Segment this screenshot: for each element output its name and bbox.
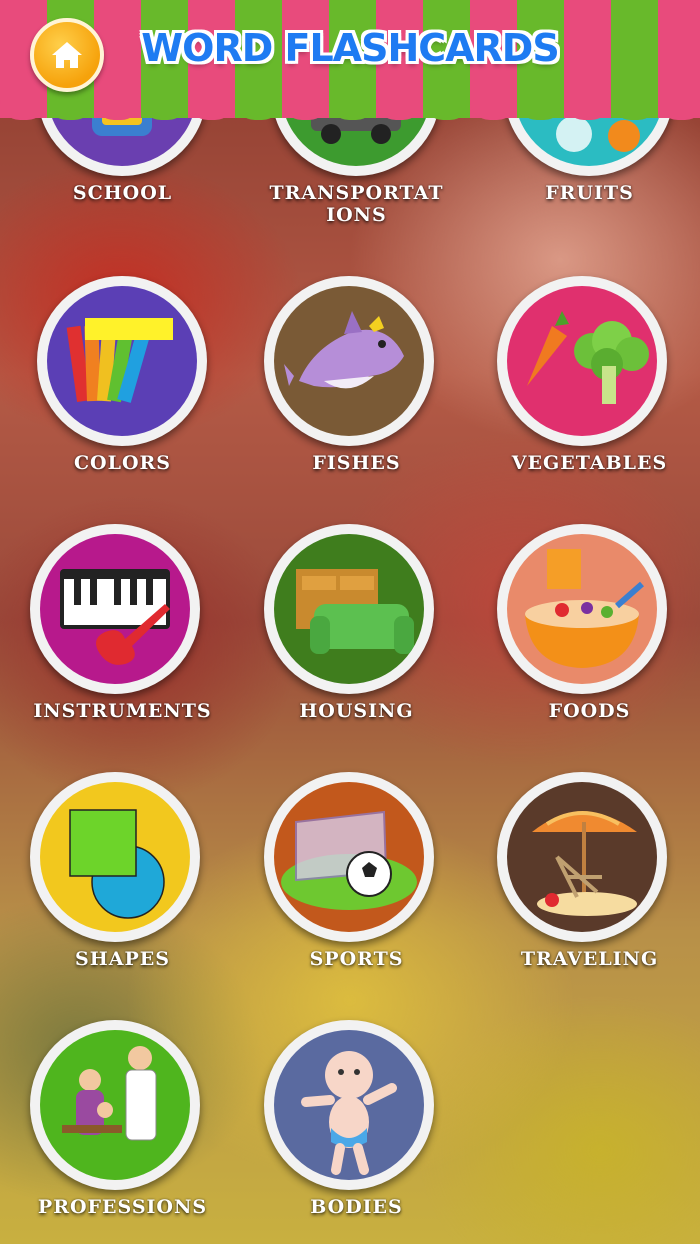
category-grid: SCHOOL TRANSPORTAT IONS FRUITS COLORS FI… xyxy=(0,0,700,1244)
furniture-icon xyxy=(296,569,414,654)
category-label: PROFESSIONS xyxy=(37,1196,208,1218)
category-label: SPORTS xyxy=(309,948,404,970)
category-label: FRUITS xyxy=(545,182,634,204)
banner-scallop xyxy=(0,100,700,120)
category-label: FOODS xyxy=(548,700,631,722)
category-label: TRAVELING xyxy=(520,948,659,970)
home-button[interactable] xyxy=(30,18,104,92)
category-label: SCHOOL xyxy=(72,182,173,204)
piano-guitar-icon xyxy=(60,569,170,665)
dolphin-icon xyxy=(284,311,404,389)
category-label: BODIES xyxy=(310,1196,403,1218)
food-bowl-icon xyxy=(525,549,644,668)
category-label: TRANSPORTAT IONS xyxy=(269,182,444,226)
color-palette-icon xyxy=(66,318,173,403)
soccer-goal-icon xyxy=(281,810,417,910)
category-label: INSTRUMENTS xyxy=(33,700,212,722)
baby-icon xyxy=(301,1051,397,1175)
beach-umbrella-icon xyxy=(532,811,637,916)
vegetables-icon xyxy=(527,311,649,404)
category-label: SHAPES xyxy=(75,948,170,970)
shapes-icon xyxy=(69,809,165,919)
page-title: WORD FLASHCARDS xyxy=(141,26,559,70)
category-label: COLORS xyxy=(73,452,172,474)
category-label: HOUSING xyxy=(299,700,414,722)
category-label: VEGETABLES xyxy=(511,452,668,474)
doctor-icon xyxy=(62,1046,157,1141)
home-icon xyxy=(52,42,82,68)
category-label: FISHES xyxy=(312,452,401,474)
